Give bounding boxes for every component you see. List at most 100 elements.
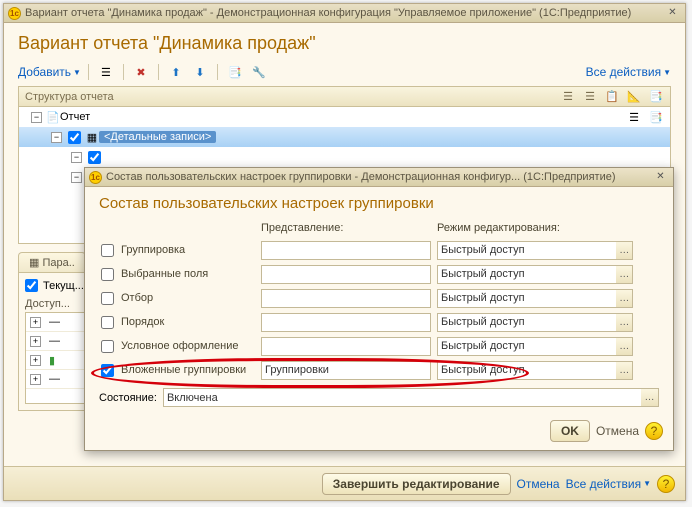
- order-input[interactable]: [261, 313, 431, 332]
- filter-checkbox[interactable]: [101, 292, 114, 305]
- tree-header-label: Структура отчета: [25, 91, 114, 103]
- order-checkbox[interactable]: [101, 316, 114, 329]
- dialog-grid: Представление: Режим редактирования: Гру…: [85, 218, 673, 382]
- footer-all-actions[interactable]: Все действия▼: [566, 477, 651, 491]
- cond-format-input[interactable]: [261, 337, 431, 356]
- grouping-label: Группировка: [121, 244, 255, 256]
- main-footer: Завершить редактирование Отмена Все дейс…: [4, 466, 685, 500]
- tree-btn-1[interactable]: ☰: [558, 88, 578, 106]
- tree-btn-4[interactable]: 📐: [624, 88, 644, 106]
- expand-icon[interactable]: −: [71, 172, 82, 183]
- toolbar-props-icon[interactable]: 📑: [225, 62, 245, 82]
- toolbar-delete-icon[interactable]: ✖: [131, 62, 151, 82]
- selected-fields-checkbox[interactable]: [101, 268, 114, 281]
- add-button[interactable]: Добавить▼: [18, 65, 81, 79]
- grouping-input[interactable]: [261, 241, 431, 260]
- main-window: 1c Вариант отчета "Динамика продаж" - Де…: [3, 3, 686, 501]
- close-icon[interactable]: ✕: [652, 170, 669, 185]
- nested-groupings-label: Вложенные группировки: [121, 364, 255, 376]
- main-titlebar: 1c Вариант отчета "Динамика продаж" - Де…: [4, 4, 685, 23]
- main-toolbar: Добавить▼ ☰ ✖ ⬆ ⬇ 📑 🔧 Все действия▼: [4, 62, 685, 86]
- tab-parameters[interactable]: ▦ Пара..: [18, 252, 86, 272]
- tree-btn-2[interactable]: ☰: [580, 88, 600, 106]
- order-mode[interactable]: [437, 313, 616, 332]
- expand-icon[interactable]: +: [30, 336, 41, 347]
- close-icon[interactable]: ✕: [664, 6, 681, 21]
- expand-icon[interactable]: +: [30, 374, 41, 385]
- col-header-presentation: Представление:: [261, 222, 431, 234]
- row-nested-groupings: Вложенные группировки …: [99, 358, 659, 382]
- expand-icon[interactable]: +: [30, 317, 41, 328]
- nested-groupings-mode[interactable]: [437, 361, 616, 380]
- help-icon[interactable]: ?: [645, 422, 663, 440]
- dialog-titlebar: 1c Состав пользовательских настроек груп…: [85, 168, 673, 187]
- toolbar-down-icon[interactable]: ⬇: [190, 62, 210, 82]
- nested-groupings-input[interactable]: [261, 361, 431, 380]
- toolbar-settings-icon[interactable]: 🔧: [249, 62, 269, 82]
- row-filter: Отбор …: [99, 286, 659, 310]
- list-icon: ▮: [49, 354, 55, 367]
- toolbar-up-icon[interactable]: ⬆: [166, 62, 186, 82]
- cancel-link[interactable]: Отмена: [517, 477, 560, 491]
- dialog-heading: Состав пользовательских настроек группир…: [85, 187, 673, 218]
- app-icon: 1c: [89, 171, 102, 184]
- cond-format-label: Условное оформление: [121, 340, 255, 352]
- selected-fields-label: Выбранные поля: [121, 268, 255, 280]
- ellipsis-icon[interactable]: …: [616, 313, 633, 332]
- page-title: Вариант отчета "Динамика продаж": [4, 23, 685, 62]
- settings-dialog: 1c Состав пользовательских настроек груп…: [84, 167, 674, 451]
- expand-icon[interactable]: −: [31, 112, 42, 123]
- window-title: Вариант отчета "Динамика продаж" - Демон…: [25, 7, 664, 19]
- selected-fields-input[interactable]: [261, 265, 431, 284]
- cond-format-checkbox[interactable]: [101, 340, 114, 353]
- all-actions-button[interactable]: Все действия▼: [586, 65, 671, 79]
- col-header-mode: Режим редактирования:: [437, 222, 633, 234]
- order-label: Порядок: [121, 316, 255, 328]
- toolbar-group-icon[interactable]: ☰: [96, 62, 116, 82]
- finish-editing-button[interactable]: Завершить редактирование: [322, 473, 511, 495]
- ellipsis-icon[interactable]: …: [616, 289, 633, 308]
- row-checkbox[interactable]: [88, 151, 101, 164]
- dialog-footer: OK Отмена ?: [550, 420, 663, 442]
- expand-icon[interactable]: −: [51, 132, 62, 143]
- tree-label: <Детальные записи>: [99, 131, 216, 143]
- ellipsis-icon[interactable]: …: [616, 265, 633, 284]
- tree-row-detail[interactable]: − ▦ <Детальные записи>: [19, 127, 670, 147]
- state-label: Состояние:: [99, 392, 157, 404]
- detail-checkbox[interactable]: [68, 131, 81, 144]
- ok-button[interactable]: OK: [550, 420, 590, 442]
- ellipsis-icon[interactable]: …: [616, 241, 633, 260]
- filter-mode[interactable]: [437, 289, 616, 308]
- ellipsis-icon[interactable]: …: [616, 337, 633, 356]
- row-btn-2[interactable]: 📑: [646, 108, 666, 126]
- current-variant-checkbox[interactable]: [25, 279, 38, 292]
- state-input[interactable]: [163, 388, 641, 407]
- row-order: Порядок …: [99, 310, 659, 334]
- tree-header: Структура отчета ☰ ☰ 📋 📐 📑: [19, 87, 670, 107]
- ellipsis-icon[interactable]: …: [616, 361, 633, 380]
- tree-btn-5[interactable]: 📑: [646, 88, 666, 106]
- nested-groupings-checkbox[interactable]: [101, 364, 114, 377]
- tree-btn-3[interactable]: 📋: [602, 88, 622, 106]
- state-row: Состояние: …: [85, 382, 673, 407]
- report-icon: 📄: [46, 111, 60, 124]
- row-grouping: Группировка …: [99, 238, 659, 262]
- tree-row-empty1[interactable]: −: [19, 147, 670, 167]
- grouping-mode[interactable]: [437, 241, 616, 260]
- expand-icon[interactable]: +: [30, 355, 41, 366]
- list-icon: —: [49, 316, 60, 328]
- dialog-cancel-link[interactable]: Отмена: [596, 424, 639, 438]
- grouping-checkbox[interactable]: [101, 244, 114, 257]
- tree-row-report[interactable]: − 📄 Отчет ☰ 📑: [19, 107, 670, 127]
- ellipsis-icon[interactable]: …: [641, 388, 659, 407]
- filter-input[interactable]: [261, 289, 431, 308]
- tree-label: Отчет: [60, 111, 90, 123]
- table-icon: ▦: [85, 131, 99, 144]
- row-selected-fields: Выбранные поля …: [99, 262, 659, 286]
- cond-format-mode[interactable]: [437, 337, 616, 356]
- row-btn-1[interactable]: ☰: [624, 108, 644, 126]
- help-icon[interactable]: ?: [657, 475, 675, 493]
- list-icon: —: [49, 335, 60, 347]
- selected-fields-mode[interactable]: [437, 265, 616, 284]
- expand-icon[interactable]: −: [71, 152, 82, 163]
